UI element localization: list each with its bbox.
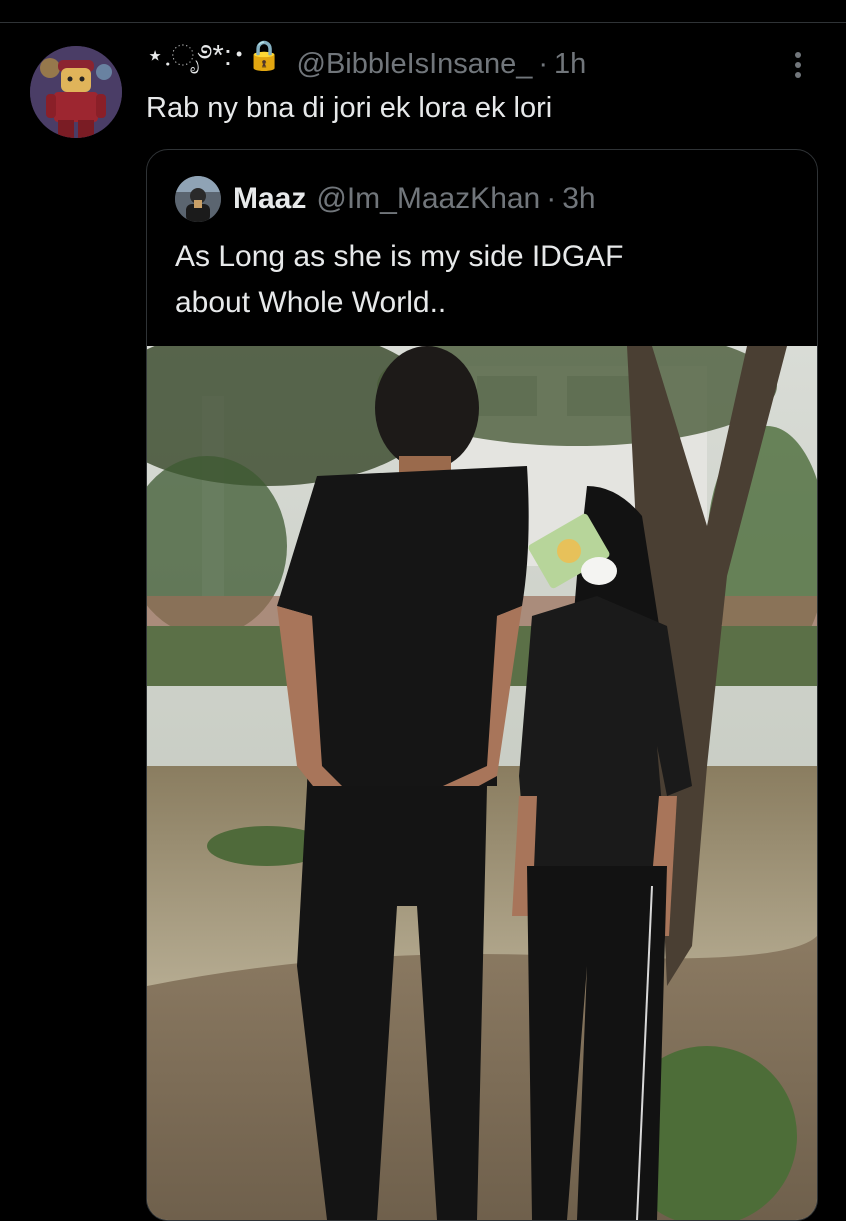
quoted-text-line-2: about Whole World.. — [175, 286, 447, 319]
quoted-display-name[interactable]: Maaz — [233, 182, 306, 216]
tweet-text: Rab ny bna di jori ek lora ek lori — [146, 92, 553, 124]
lego-character-avatar-icon — [30, 46, 122, 138]
quoted-tweet-text: As Long as she is my side IDGAF about Wh… — [175, 234, 795, 326]
more-vertical-icon[interactable] — [786, 48, 810, 84]
tweet-photo[interactable] — [147, 346, 817, 1220]
tweet-header: ⋆.ೃ࿔*:･🔒 @BibbleIsInsane_ · 1h — [146, 40, 586, 84]
timestamp[interactable]: 1h — [554, 48, 586, 81]
quoted-tweet-header: Maaz @Im_MaazKhan · 3h — [233, 178, 596, 220]
quoted-tweet-card[interactable]: Maaz @Im_MaazKhan · 3h As Long as she is… — [146, 149, 818, 1221]
separator-dot: · — [538, 47, 548, 80]
user-avatar[interactable] — [30, 46, 122, 138]
user-handle[interactable]: @BibbleIsInsane_ — [297, 48, 533, 81]
user-avatar-icon — [175, 176, 221, 222]
quoted-user-handle[interactable]: @Im_MaazKhan — [316, 182, 540, 216]
top-divider — [0, 0, 846, 23]
quoted-timestamp[interactable]: 3h — [562, 182, 595, 216]
quoted-text-line-1: As Long as she is my side IDGAF — [175, 240, 624, 273]
separator-dot: · — [546, 182, 557, 215]
quoted-user-avatar[interactable] — [175, 176, 221, 222]
